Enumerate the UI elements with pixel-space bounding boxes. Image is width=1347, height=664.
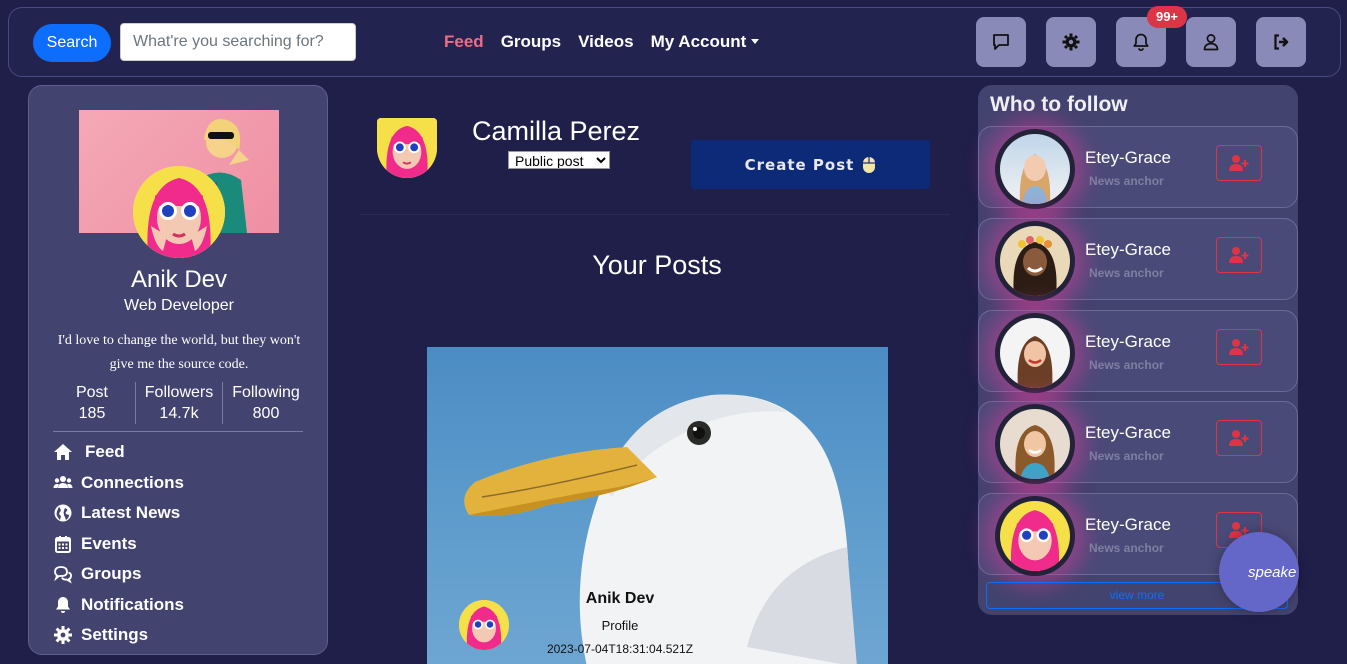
search-input[interactable]	[120, 23, 356, 61]
user-plus-icon	[1229, 155, 1249, 171]
follow-card: Etey-Grace News anchor	[978, 401, 1298, 484]
gear-icon	[54, 626, 72, 645]
follow-subtitle: News anchor	[1089, 266, 1164, 280]
stat-label: Followers	[144, 384, 214, 401]
home-icon	[54, 444, 72, 461]
nav-my-account-dropdown[interactable]: My Account	[651, 32, 760, 52]
follow-card: Etey-Grace News anchor	[978, 310, 1298, 393]
follow-button[interactable]	[1216, 237, 1262, 273]
stat-value: 800	[252, 405, 280, 422]
stat-following: Following 800	[222, 382, 309, 424]
create-post-button[interactable]: Create Post	[691, 140, 930, 189]
stat-value: 14.7k	[159, 405, 199, 422]
composer-avatar[interactable]	[377, 118, 437, 178]
sidebar-item-groups[interactable]: Groups	[53, 559, 184, 590]
profile-sidebar: Anik Dev Web Developer I'd love to chang…	[28, 85, 328, 655]
calendar-icon	[55, 535, 71, 553]
follow-subtitle: News anchor	[1089, 174, 1164, 188]
user-plus-icon	[1229, 430, 1249, 446]
follow-subtitle: News anchor	[1089, 358, 1164, 372]
profile-avatar[interactable]	[133, 166, 225, 258]
profile-button[interactable]	[1186, 17, 1236, 67]
logout-button[interactable]	[1256, 17, 1306, 67]
who-to-follow-title: Who to follow	[990, 93, 1128, 116]
main-nav: Feed Groups Videos My Account	[444, 32, 760, 52]
sidebar-menu: Feed Connections Latest News Events Grou…	[53, 437, 184, 651]
follow-avatar[interactable]	[995, 496, 1075, 576]
sidebar-divider	[53, 431, 303, 432]
my-account-label: My Account	[650, 32, 747, 51]
bell-icon	[1133, 33, 1149, 52]
post-timestamp: 2023-07-04T18:31:04.521Z	[546, 642, 694, 656]
logout-icon	[1274, 34, 1289, 50]
sidebar-item-events[interactable]: Events	[53, 529, 184, 560]
follow-avatar[interactable]	[995, 313, 1075, 393]
search-button[interactable]: Search	[33, 24, 111, 62]
sidebar-item-latest-news[interactable]: Latest News	[53, 498, 184, 529]
sidebar-item-feed[interactable]: Feed	[53, 437, 184, 468]
settings-button[interactable]	[1046, 17, 1096, 67]
sidebar-item-label: Events	[81, 533, 137, 553]
follow-avatar[interactable]	[995, 129, 1075, 209]
post-author-avatar[interactable]	[459, 600, 509, 650]
follow-name[interactable]: Etey-Grace	[1085, 423, 1171, 443]
post-author-name[interactable]: Anik Dev	[540, 590, 700, 608]
profile-name: Anik Dev	[130, 266, 228, 293]
sidebar-item-label: Settings	[81, 625, 149, 645]
sidebar-item-label: Latest News	[81, 503, 181, 523]
follow-card: Etey-Grace News anchor	[978, 218, 1298, 301]
profile-role: Web Developer	[124, 297, 234, 314]
follow-subtitle: News anchor	[1089, 449, 1164, 463]
sidebar-item-notifications[interactable]: Notifications	[53, 590, 184, 621]
nav-groups-link[interactable]: Groups	[501, 32, 561, 52]
stat-value: 185	[78, 405, 106, 422]
follow-name[interactable]: Etey-Grace	[1085, 240, 1171, 260]
post-profile-link[interactable]: Profile	[540, 618, 700, 633]
caret-down-icon	[751, 39, 760, 44]
follow-name[interactable]: Etey-Grace	[1085, 332, 1171, 352]
profile-bio: I'd love to change the world, but they w…	[57, 333, 301, 372]
user-icon	[1203, 34, 1219, 51]
notification-badge: 99+	[1147, 6, 1187, 28]
comments-icon	[54, 566, 72, 584]
users-icon	[53, 475, 73, 488]
sidebar-item-settings[interactable]: Settings	[53, 620, 184, 651]
sidebar-item-connections[interactable]: Connections	[53, 468, 184, 499]
nav-videos-link[interactable]: Videos	[578, 32, 633, 52]
composer-user-name: Camilla Perez	[472, 116, 641, 146]
composer-divider	[360, 214, 950, 215]
follow-name[interactable]: Etey-Grace	[1085, 515, 1171, 535]
stat-followers: Followers 14.7k	[135, 382, 222, 424]
speak-button[interactable]: speake	[1219, 532, 1299, 612]
sidebar-item-label: Groups	[81, 564, 142, 584]
bell-icon	[56, 596, 70, 613]
sidebar-item-label: Feed	[85, 442, 125, 462]
stat-posts: Post 185	[49, 382, 135, 424]
chat-icon	[993, 34, 1009, 50]
follow-name[interactable]: Etey-Grace	[1085, 148, 1171, 168]
stat-label: Post	[75, 384, 108, 401]
your-posts-title: Your Posts	[592, 250, 722, 280]
follow-button[interactable]	[1216, 145, 1262, 181]
chat-button[interactable]	[976, 17, 1026, 67]
top-navbar: Search Feed Groups Videos My Account 99+	[8, 6, 1341, 77]
follow-button[interactable]	[1216, 420, 1262, 456]
nav-feed-link[interactable]: Feed	[444, 32, 484, 52]
sidebar-item-label: Connections	[81, 472, 184, 492]
post-privacy-select[interactable]: Public post	[508, 151, 610, 169]
follow-avatar[interactable]	[995, 221, 1075, 301]
gear-icon	[1062, 33, 1080, 51]
user-plus-icon	[1229, 339, 1249, 355]
user-plus-icon	[1229, 247, 1249, 263]
follow-button[interactable]	[1216, 329, 1262, 365]
follow-card: Etey-Grace News anchor	[978, 126, 1298, 209]
follow-avatar[interactable]	[995, 404, 1075, 484]
globe-icon	[54, 504, 72, 522]
sidebar-item-label: Notifications	[81, 594, 184, 614]
create-post-label: Create Post	[744, 155, 855, 174]
profile-stats: Post 185 Followers 14.7k Following 800	[49, 382, 309, 424]
follow-subtitle: News anchor	[1089, 541, 1164, 555]
stat-label: Following	[232, 384, 300, 401]
mouse-icon	[863, 156, 876, 173]
